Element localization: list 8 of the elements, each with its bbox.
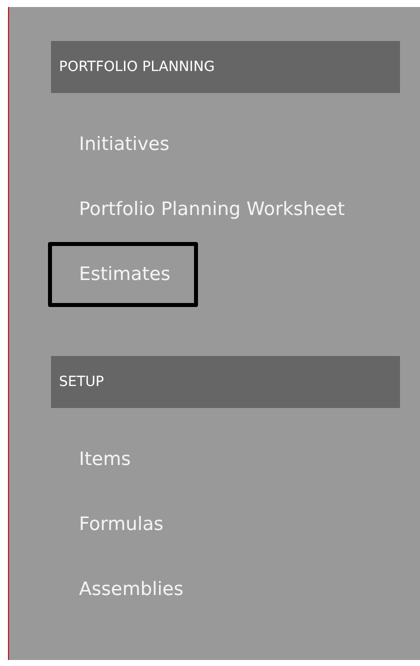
- nav-link[interactable]: Initiatives: [48, 112, 198, 177]
- section-header: SETUP: [51, 356, 400, 408]
- nav-link[interactable]: Formulas: [48, 492, 192, 557]
- nav-link[interactable]: Estimates: [48, 242, 198, 307]
- nav-link[interactable]: Assemblies: [48, 557, 212, 622]
- nav-link[interactable]: Portfolio Planning Worksheet: [48, 177, 373, 242]
- section-header: PORTFOLIO PLANNING: [51, 41, 400, 93]
- nav-link[interactable]: Items: [48, 427, 159, 492]
